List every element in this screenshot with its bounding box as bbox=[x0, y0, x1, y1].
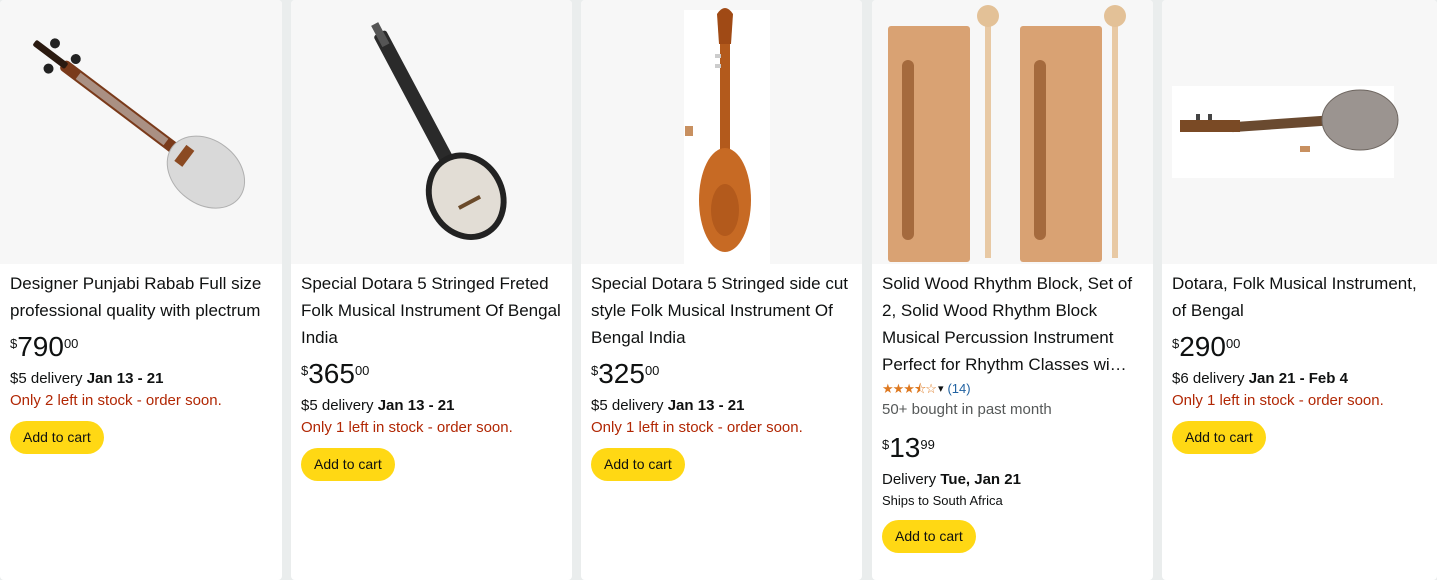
delivery-date: Jan 13 - 21 bbox=[377, 397, 455, 414]
delivery-date: Jan 13 - 21 bbox=[667, 397, 745, 414]
product-price: $ 290 00 bbox=[1172, 332, 1429, 366]
delivery-date: Jan 21 - Feb 4 bbox=[1248, 370, 1348, 387]
price-symbol: $ bbox=[301, 363, 309, 378]
price-fraction: 00 bbox=[1225, 336, 1241, 351]
price-fraction: 00 bbox=[354, 363, 370, 378]
delivery-prefix: Delivery bbox=[882, 471, 941, 488]
price-whole: 365 bbox=[308, 358, 355, 389]
delivery-prefix: $5 delivery bbox=[591, 397, 668, 414]
product-price: $ 790 00 bbox=[10, 332, 274, 366]
product-image[interactable] bbox=[872, 0, 1153, 264]
product-price: $ 365 00 bbox=[301, 359, 564, 393]
add-to-cart-button[interactable]: Add to cart bbox=[591, 448, 685, 481]
product-card: Special Dotara 5 Stringed side cut style… bbox=[581, 0, 862, 580]
price-symbol: $ bbox=[10, 336, 18, 351]
price-fraction: 99 bbox=[920, 437, 935, 452]
price-whole: 325 bbox=[598, 358, 645, 389]
product-title[interactable]: Special Dotara 5 Stringed side cut style… bbox=[591, 270, 854, 351]
review-count[interactable]: (14) bbox=[947, 379, 970, 399]
price-symbol: $ bbox=[591, 363, 599, 378]
product-title[interactable]: Designer Punjabi Rabab Full size profess… bbox=[10, 270, 274, 324]
add-to-cart-button[interactable]: Add to cart bbox=[882, 520, 976, 553]
rhythm-block-image bbox=[888, 5, 1126, 262]
price-whole: 790 bbox=[17, 331, 64, 362]
delivery-date: Tue, Jan 21 bbox=[940, 471, 1021, 488]
price-fraction: 00 bbox=[63, 336, 79, 351]
product-grid-row: Designer Punjabi Rabab Full size profess… bbox=[0, 0, 1437, 580]
price-fraction: 00 bbox=[644, 363, 660, 378]
dotara-image bbox=[371, 22, 507, 240]
side-cut-dotara-image bbox=[684, 8, 770, 264]
product-title[interactable]: Dotara, Folk Musical Instrument, of Beng… bbox=[1172, 270, 1429, 324]
product-card: Solid Wood Rhythm Block, Set of 2, Solid… bbox=[872, 0, 1153, 580]
delivery-prefix: $5 delivery bbox=[10, 370, 87, 387]
product-price: $ 325 00 bbox=[591, 359, 854, 393]
product-title[interactable]: Special Dotara 5 Stringed Freted Folk Mu… bbox=[301, 270, 564, 351]
add-to-cart-button[interactable]: Add to cart bbox=[301, 448, 395, 481]
delivery-info: $5 delivery Jan 13 - 21 bbox=[10, 368, 274, 390]
product-card: Special Dotara 5 Stringed Freted Folk Mu… bbox=[291, 0, 572, 580]
product-card: Designer Punjabi Rabab Full size profess… bbox=[0, 0, 282, 580]
star-rating-icon[interactable]: ★★★⯪☆ bbox=[882, 379, 937, 399]
product-title[interactable]: Solid Wood Rhythm Block, Set of 2, Solid… bbox=[882, 270, 1145, 378]
add-to-cart-button[interactable]: Add to cart bbox=[1172, 421, 1266, 454]
delivery-info: $6 delivery Jan 21 - Feb 4 bbox=[1172, 368, 1429, 390]
ships-to: Ships to South Africa bbox=[882, 493, 1003, 508]
delivery-info: $5 delivery Jan 13 - 21 bbox=[301, 395, 564, 417]
delivery-date: Jan 13 - 21 bbox=[86, 370, 164, 387]
price-whole: 13 bbox=[889, 432, 921, 463]
delivery-info: Delivery Tue, Jan 21 bbox=[882, 469, 1145, 491]
product-card: Dotara, Folk Musical Instrument, of Beng… bbox=[1162, 0, 1437, 580]
price-whole: 290 bbox=[1179, 331, 1226, 362]
dotara-bengal-image bbox=[1172, 86, 1399, 178]
chevron-down-icon[interactable]: ▾ bbox=[938, 379, 944, 399]
delivery-prefix: $5 delivery bbox=[301, 397, 378, 414]
price-symbol: $ bbox=[882, 437, 890, 452]
stock-warning: Only 1 left in stock - order soon. bbox=[301, 419, 513, 436]
product-image[interactable] bbox=[581, 0, 862, 264]
add-to-cart-button[interactable]: Add to cart bbox=[10, 421, 104, 454]
rating-row[interactable]: ★★★⯪☆ ▾ (14) bbox=[882, 379, 1145, 399]
stock-warning: Only 1 left in stock - order soon. bbox=[1172, 392, 1384, 409]
product-price: $ 13 99 bbox=[882, 433, 1145, 467]
delivery-prefix: $6 delivery bbox=[1172, 370, 1249, 387]
stock-warning: Only 1 left in stock - order soon. bbox=[591, 419, 803, 436]
stock-warning: Only 2 left in stock - order soon. bbox=[10, 392, 222, 409]
product-image[interactable] bbox=[1162, 0, 1437, 264]
rabab-image bbox=[33, 38, 246, 209]
product-image[interactable] bbox=[291, 0, 572, 264]
product-image[interactable] bbox=[0, 0, 282, 264]
bought-count: 50+ bought in past month bbox=[882, 401, 1052, 418]
delivery-info: $5 delivery Jan 13 - 21 bbox=[591, 395, 854, 417]
price-symbol: $ bbox=[1172, 336, 1180, 351]
